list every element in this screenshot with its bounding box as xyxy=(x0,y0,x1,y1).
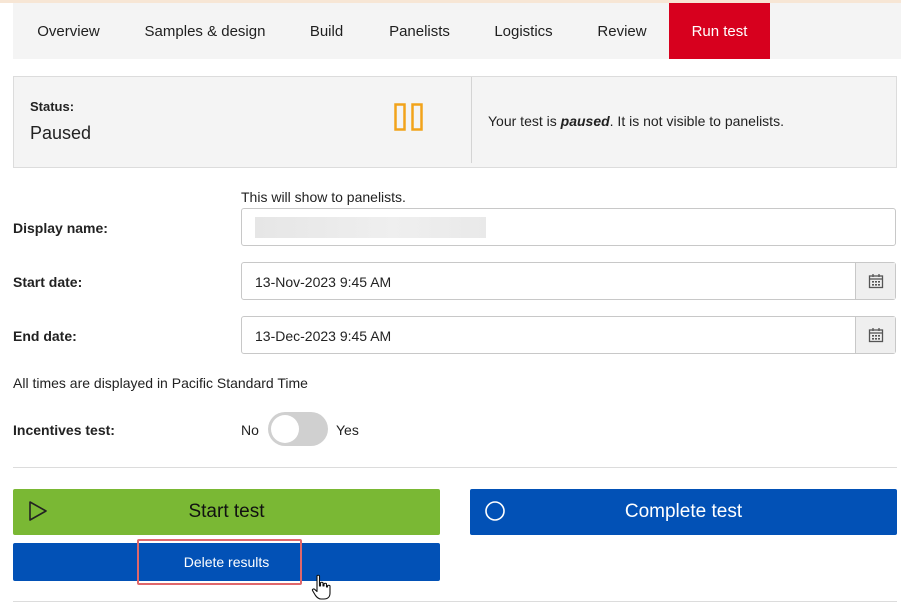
complete-test-button[interactable]: Complete test xyxy=(470,489,897,535)
divider xyxy=(13,467,897,468)
display-name-hint: This will show to panelists. xyxy=(241,189,406,205)
start-test-label: Start test xyxy=(188,501,265,522)
status-label: Status: xyxy=(30,99,75,114)
toggle-off-label: No xyxy=(241,422,259,438)
start-date-calendar-button[interactable] xyxy=(855,263,895,299)
pause-icon xyxy=(394,103,423,131)
display-name-label: Display name: xyxy=(13,220,108,236)
display-name-input[interactable] xyxy=(241,208,896,246)
bottom-divider xyxy=(13,601,897,602)
tab-panelists[interactable]: Panelists xyxy=(367,3,472,59)
circle-icon xyxy=(485,501,505,521)
tab-overview[interactable]: Overview xyxy=(13,3,124,59)
status-value: Paused xyxy=(30,123,92,143)
toggle-knob xyxy=(271,415,299,443)
complete-test-label: Complete test xyxy=(624,501,743,522)
tab-run-test[interactable]: Run test xyxy=(669,3,770,59)
incentives-toggle[interactable] xyxy=(268,412,328,446)
status-message: Your test is paused. It is not visible t… xyxy=(488,113,784,129)
tab-review[interactable]: Review xyxy=(575,3,669,59)
delete-results-label: Delete results xyxy=(183,554,270,570)
start-test-button[interactable]: Start test xyxy=(13,489,440,535)
calendar-icon xyxy=(868,328,883,343)
status-divider xyxy=(471,77,472,163)
end-date-label: End date: xyxy=(13,328,77,344)
incentives-label: Incentives test: xyxy=(13,422,115,438)
start-date-label: Start date: xyxy=(13,274,83,290)
calendar-icon xyxy=(868,274,883,289)
end-date-calendar-button[interactable] xyxy=(855,317,895,353)
redacted-value xyxy=(255,217,486,238)
start-date-input[interactable]: 13-Nov-2023 9:45 AM xyxy=(241,262,896,300)
toggle-on-label: Yes xyxy=(336,422,359,438)
start-date-value: 13-Nov-2023 9:45 AM xyxy=(255,274,392,290)
tab-build[interactable]: Build xyxy=(286,3,367,59)
tab-bar: Overview Samples & design Build Panelist… xyxy=(13,3,901,59)
end-date-value: 13-Dec-2023 9:45 AM xyxy=(255,328,392,344)
delete-results-button[interactable]: Delete results xyxy=(13,543,440,581)
tab-samples-design[interactable]: Samples & design xyxy=(124,3,286,59)
hand-cursor-icon xyxy=(311,574,331,600)
play-icon xyxy=(29,501,47,521)
timezone-note: All times are displayed in Pacific Stand… xyxy=(13,375,308,391)
end-date-input[interactable]: 13-Dec-2023 9:45 AM xyxy=(241,316,896,354)
status-panel: Status: Paused Your test is paused. It i… xyxy=(13,76,897,168)
status-message-emphasis: paused xyxy=(560,113,610,129)
tab-logistics[interactable]: Logistics xyxy=(472,3,575,59)
